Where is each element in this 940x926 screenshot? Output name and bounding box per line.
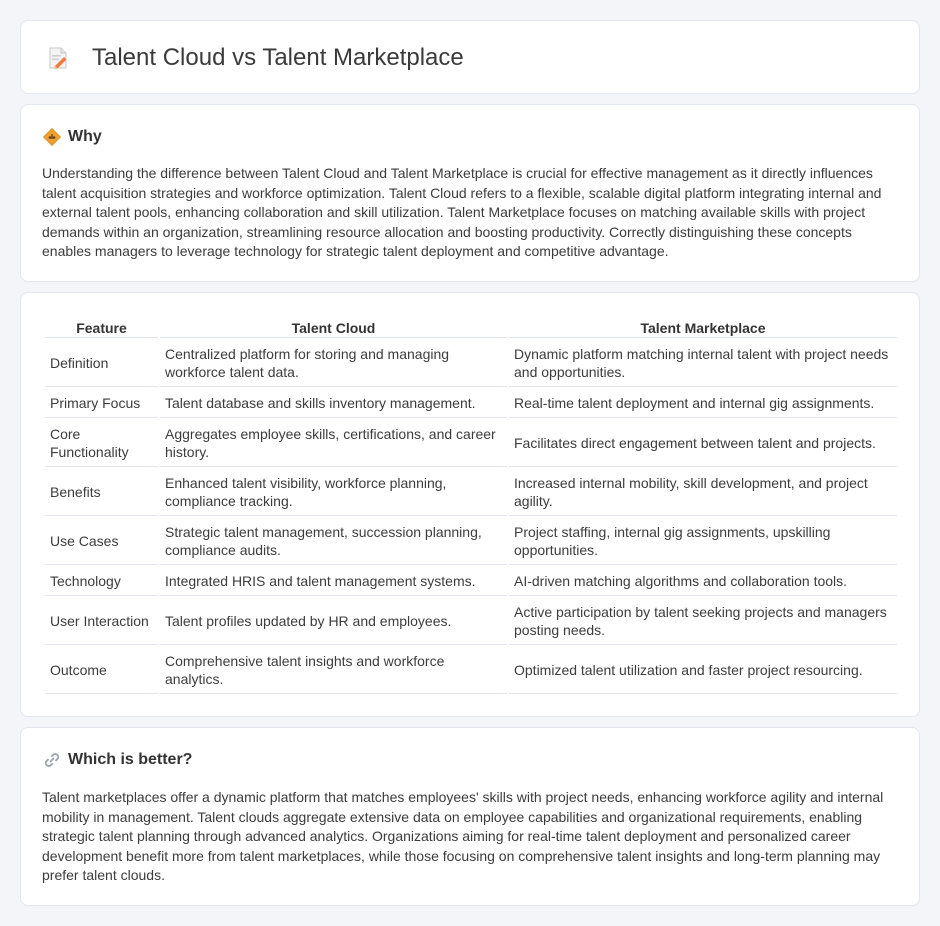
table-row: Benefits Enhanced talent visibility, wor… <box>45 467 897 516</box>
table-row: Technology Integrated HRIS and talent ma… <box>45 565 897 596</box>
comparison-section: Feature Talent Cloud Talent Marketplace … <box>20 292 920 717</box>
talent-marketplace-cell: Dynamic platform matching internal talen… <box>509 338 897 387</box>
link-icon <box>44 753 60 767</box>
talent-cloud-cell: Talent profiles updated by HR and employ… <box>160 596 507 645</box>
table-header-row: Feature Talent Cloud Talent Marketplace <box>45 312 897 338</box>
talent-cloud-cell: Comprehensive talent insights and workfo… <box>160 645 507 694</box>
table-row: Primary Focus Talent database and skills… <box>45 387 897 418</box>
title-card: Talent Cloud vs Talent Marketplace <box>20 20 920 94</box>
talent-marketplace-cell: Increased internal mobility, skill devel… <box>509 467 897 516</box>
talent-cloud-cell: Talent database and skills inventory man… <box>160 387 507 418</box>
table-row: Core Functionality Aggregates employee s… <box>45 418 897 467</box>
document-edit-icon <box>49 47 67 70</box>
talent-marketplace-cell: Real-time talent deployment and internal… <box>509 387 897 418</box>
talent-marketplace-cell: AI-driven matching algorithms and collab… <box>509 565 897 596</box>
better-heading: Which is better? <box>68 751 193 768</box>
comparison-table: Feature Talent Cloud Talent Marketplace … <box>43 312 899 694</box>
talent-cloud-cell: Aggregates employee skills, certificatio… <box>160 418 507 467</box>
feature-cell: Outcome <box>45 645 158 694</box>
table-row: Definition Centralized platform for stor… <box>45 338 897 387</box>
feature-cell: Benefits <box>45 467 158 516</box>
feature-cell: Primary Focus <box>45 387 158 418</box>
talent-marketplace-cell: Project staffing, internal gig assignmen… <box>509 516 897 565</box>
why-section: Why Understanding the difference between… <box>20 104 920 282</box>
talent-marketplace-cell: Active participation by talent seeking p… <box>509 596 897 645</box>
table-row: Use Cases Strategic talent management, s… <box>45 516 897 565</box>
why-heading-row: Why <box>43 125 102 149</box>
talent-cloud-cell: Integrated HRIS and talent management sy… <box>160 565 507 596</box>
feature-cell: User Interaction <box>45 596 158 645</box>
column-header-talent-cloud: Talent Cloud <box>160 312 507 338</box>
page-title: Talent Cloud vs Talent Marketplace <box>92 44 464 71</box>
talent-marketplace-cell: Facilitates direct engagement between ta… <box>509 418 897 467</box>
feature-cell: Technology <box>45 565 158 596</box>
which-is-better-section: Which is better? Talent marketplaces off… <box>20 727 920 906</box>
table-row: Outcome Comprehensive talent insights an… <box>45 645 897 694</box>
why-text: Understanding the difference between Tal… <box>42 165 882 260</box>
feature-cell: Use Cases <box>45 516 158 565</box>
feature-cell: Definition <box>45 338 158 387</box>
talent-cloud-cell: Centralized platform for storing and man… <box>160 338 507 387</box>
why-heading: Why <box>68 128 102 145</box>
better-heading-row: Which is better? <box>43 748 192 772</box>
diamond-sign-icon <box>43 128 61 146</box>
better-text: Talent marketplaces offer a dynamic plat… <box>42 789 884 884</box>
column-header-feature: Feature <box>45 312 158 338</box>
column-header-talent-marketplace: Talent Marketplace <box>509 312 897 338</box>
talent-cloud-cell: Enhanced talent visibility, workforce pl… <box>160 467 507 516</box>
talent-marketplace-cell: Optimized talent utilization and faster … <box>509 645 897 694</box>
talent-cloud-cell: Strategic talent management, succession … <box>160 516 507 565</box>
feature-cell: Core Functionality <box>45 418 158 467</box>
table-row: User Interaction Talent profiles updated… <box>45 596 897 645</box>
